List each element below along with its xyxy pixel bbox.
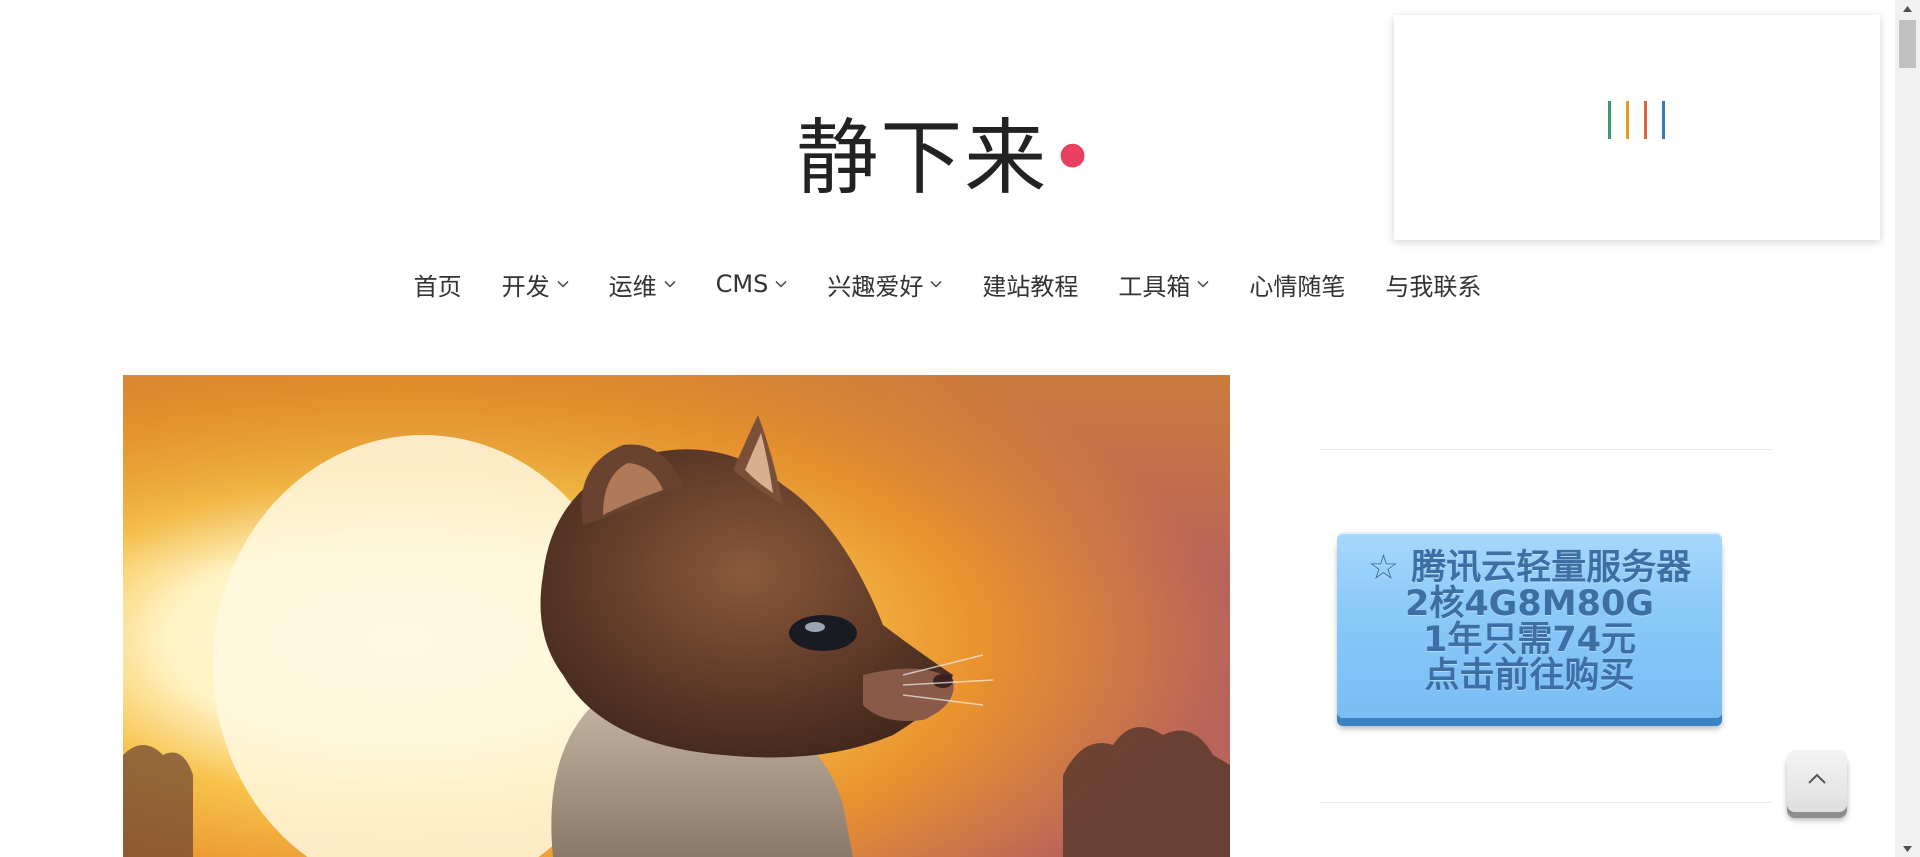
nav-item-hobbies[interactable]: 兴趣爱好 (807, 262, 962, 306)
loading-panel (1394, 15, 1880, 240)
site-title-dot: • (1048, 111, 1099, 206)
nav-item-cms[interactable]: CMS (696, 262, 808, 306)
scrollbar-thumb[interactable] (1899, 20, 1916, 68)
nav-item-label: 心情随笔 (1249, 272, 1346, 301)
sidebar-divider (1320, 449, 1772, 450)
site-title-text: 静下来 (796, 111, 1049, 206)
back-to-top-button[interactable] (1787, 750, 1847, 812)
nav-item-dev[interactable]: 开发 (482, 262, 589, 306)
nav-item-contact[interactable]: 与我联系 (1365, 262, 1501, 306)
nav-item-essays[interactable]: 心情随笔 (1229, 262, 1365, 306)
chevron-down-icon (930, 280, 942, 288)
nav-item-label: 工具箱 (1118, 272, 1191, 301)
promo-line-4: 点击前往购买 (1424, 656, 1635, 696)
loading-bar (1608, 101, 1611, 139)
nav-item-label: CMS (715, 270, 769, 298)
chevron-down-icon (557, 280, 569, 288)
nav-item-home[interactable]: 首页 (394, 262, 482, 306)
loading-spinner (1608, 101, 1665, 139)
nav-item-label: 兴趣爱好 (827, 272, 924, 301)
featured-post-image[interactable] (123, 375, 1230, 857)
promo-line-1: ☆ 腾讯云轻量服务器 (1367, 548, 1692, 588)
chevron-down-icon (1197, 280, 1209, 288)
nav-item-label: 首页 (413, 272, 462, 301)
loading-bar (1662, 101, 1665, 139)
cat-sunset-illustration (123, 375, 1230, 857)
nav-item-label: 运维 (608, 272, 657, 301)
sidebar-divider (1320, 802, 1772, 803)
loading-bar (1644, 101, 1647, 139)
chevron-down-icon (775, 280, 787, 288)
chevron-down-icon (664, 280, 676, 288)
loading-bar (1626, 101, 1629, 139)
nav-item-ops[interactable]: 运维 (589, 262, 696, 306)
promo-line-3: 1年只需74元 (1422, 620, 1637, 660)
main-nav: 首页 开发 运维 CMS 兴趣爱好 建站教程 工具箱 心情随笔 与我联系 (0, 262, 1895, 306)
promo-line-2: 2核4G8M80G (1404, 584, 1655, 624)
nav-item-label: 建站教程 (982, 272, 1079, 301)
nav-item-toolbox[interactable]: 工具箱 (1098, 262, 1229, 306)
chevron-up-icon (1807, 772, 1827, 790)
scroll-down-arrow-icon[interactable] (1895, 840, 1920, 857)
scroll-up-arrow-icon[interactable] (1895, 0, 1920, 17)
nav-item-label: 与我联系 (1385, 272, 1482, 301)
nav-item-site-tutorials[interactable]: 建站教程 (962, 262, 1098, 306)
vertical-scrollbar[interactable] (1895, 0, 1920, 857)
nav-item-label: 开发 (501, 272, 550, 301)
tencent-cloud-promo-banner[interactable]: ☆ 腾讯云轻量服务器 2核4G8M80G 1年只需74元 点击前往购买 (1337, 532, 1722, 718)
